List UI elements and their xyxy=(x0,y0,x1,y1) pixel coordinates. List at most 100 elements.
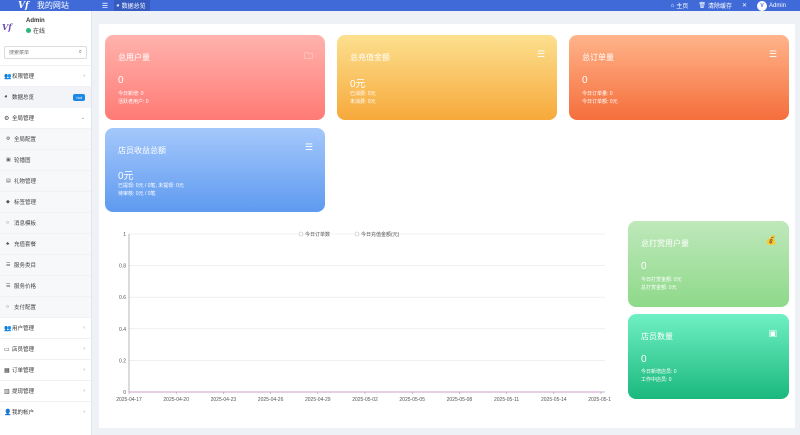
x-tick-label: 2025-04-20 xyxy=(163,397,189,403)
card-line: 今日打赏金额: 0元 xyxy=(641,277,682,283)
card-title: 总充值金额 xyxy=(350,53,390,62)
sidebar-item-label: 消息模板 xyxy=(14,221,37,227)
list-icon: ☰ xyxy=(6,262,11,268)
sidebar-item-orders[interactable]: ▦ 订单管理 ‹ xyxy=(0,359,91,380)
sidebar-subitem-global-config[interactable]: ⚙ 全局配置 xyxy=(0,128,91,149)
sidebar-subitem-tags[interactable]: ◆ 标签管理 xyxy=(0,191,91,212)
sidebar-item-label: 全局管理 xyxy=(12,116,35,122)
trash-icon: 🗑 xyxy=(698,3,706,9)
card-total-tippers: 总打赏用户量 💰 0 今日打赏金额: 0元 总打赏金额: 0元 xyxy=(628,221,789,307)
sidebar-item-permissions[interactable]: 👥 权限管理 ‹ xyxy=(0,65,91,86)
database-icon: ☰ xyxy=(768,49,777,59)
sidebar-item-label: 服务类目 xyxy=(14,263,37,269)
clear-cache-button[interactable]: 🗑 清除缓存 xyxy=(698,1,732,10)
sidebar-subitem-banner[interactable]: ▣ 轮播图 xyxy=(0,149,91,170)
trend-chart: 0 0.2 0.4 0.6 0.8 1 2025-04-17 2025-04-20 2025-0… xyxy=(105,228,611,406)
legend-label: 今日订单数 xyxy=(305,231,330,238)
database-icon: ☰ xyxy=(304,142,313,152)
search-icon[interactable]: ⌕ xyxy=(79,49,82,56)
users-icon: 👥 xyxy=(4,73,12,80)
y-tick-label: 0.8 xyxy=(119,264,126,270)
sidebar-item-account[interactable]: 👤 我的帐户 ‹ xyxy=(0,401,91,422)
legend-marker xyxy=(298,231,304,237)
dashboard-icon: ◕ xyxy=(4,94,8,100)
tab-dashboard[interactable]: ◕ 数据总览 xyxy=(114,0,150,11)
sidebar-item-label: 标签管理 xyxy=(14,200,37,206)
sidebar-item-staff[interactable]: ▭ 店员管理 ‹ xyxy=(0,338,91,359)
withdraw-icon: ▥ xyxy=(4,388,10,395)
home-label: 主页 xyxy=(676,4,689,10)
card-value: 0 xyxy=(582,75,588,86)
gift-icon: ▤ xyxy=(6,178,11,184)
card-staff-count: 店员数量 ▣ 0 今日新增店员: 0 工作中店员: 0 xyxy=(628,314,789,399)
status-label: 在线 xyxy=(33,29,46,35)
chevron-left-icon: ‹ xyxy=(83,388,85,394)
clear-cache-label: 清除缓存 xyxy=(707,4,732,10)
sidebar-item-label: 权限管理 xyxy=(12,74,35,80)
users-icon: 👥 xyxy=(4,325,12,332)
card-line: 工作中店员: 0 xyxy=(641,377,672,383)
fullscreen-icon[interactable]: ✕ xyxy=(742,2,747,9)
chart-svg: 0 0.2 0.4 0.6 0.8 1 2025-04-17 2025-04-20 2025-0… xyxy=(116,231,611,403)
card-title: 总用户量 xyxy=(118,53,150,62)
chevron-left-icon: ‹ xyxy=(83,73,85,79)
sidebar-item-label: 店员管理 xyxy=(12,347,35,353)
dashboard-icon: ◕ xyxy=(116,2,120,9)
sidebar-item-label: 充值套餐 xyxy=(14,242,37,248)
header-actions: ⌂ 主页 🗑 清除缓存 ✕ V Admin xyxy=(671,0,800,11)
sidebar-item-users[interactable]: 👥 用户管理 ‹ xyxy=(0,317,91,338)
card-line: 活跃老用户: 0 xyxy=(118,99,149,105)
menu-toggle-icon[interactable]: ☰ xyxy=(96,2,114,10)
sidebar-subitem-service-categories[interactable]: ☰ 服务类目 xyxy=(0,254,91,275)
card-value: 0 xyxy=(118,75,124,86)
online-dot-icon xyxy=(26,28,31,33)
sidebar-subitem-recharge-packages[interactable]: ♣ 充值套餐 xyxy=(0,233,91,254)
user-icon: 👤 xyxy=(4,409,12,416)
legend-marker xyxy=(354,231,360,237)
card-icon: ▭ xyxy=(4,346,10,353)
sidebar-search: ⌕ xyxy=(4,46,87,59)
card-line: 今日新增: 0 xyxy=(118,91,144,97)
card-line: 已消费: 0元 xyxy=(350,91,376,97)
card-title: 总打赏用户量 xyxy=(641,239,689,248)
x-tick-label: 2025-04-17 xyxy=(116,397,142,403)
y-tick-label: 0.4 xyxy=(119,327,126,333)
card-value: 0 xyxy=(641,261,647,272)
card-line: 待审核: 0元 / 0笔 xyxy=(118,191,156,197)
card-line: 今日新增店员: 0 xyxy=(641,369,677,375)
chevron-down-icon: ⌄ xyxy=(80,115,85,121)
card-line: 总打赏金额: 0元 xyxy=(641,285,677,291)
sidebar-item-global[interactable]: ⚙ 全局管理 ⌄ xyxy=(0,107,91,128)
home-link[interactable]: ⌂ 主页 xyxy=(671,1,689,11)
sidebar-subitem-message-templates[interactable]: ○ 消息模板 xyxy=(0,212,91,233)
sidebar-item-label: 支付配置 xyxy=(14,305,37,311)
card-total-users: 总用户量 🗀 0 今日新增: 0 活跃老用户: 0 xyxy=(105,35,325,120)
card-title: 店员数量 xyxy=(641,332,673,341)
gear-icon: ⚙ xyxy=(6,136,11,142)
card-total-orders: 总订单量 ☰ 0 今日订单量: 0 今日订单额: 0元 xyxy=(569,35,789,120)
card-line: 今日订单量: 0 xyxy=(582,91,613,97)
x-tick-label: 2025-05-17 xyxy=(588,397,611,403)
sidebar-item-withdraw[interactable]: ▥ 提现管理 ‹ xyxy=(0,380,91,401)
sidebar-subitem-service-prices[interactable]: ☰ 服务价格 xyxy=(0,275,91,296)
x-tick-label: 2025-04-23 xyxy=(211,397,237,403)
sidebar-item-label: 轮播图 xyxy=(14,158,31,164)
search-input[interactable] xyxy=(9,49,79,56)
image-icon: ▣ xyxy=(6,157,11,163)
user-menu[interactable]: V Admin xyxy=(756,0,786,11)
logo-area[interactable]: Vf 我的网站 xyxy=(0,0,92,11)
sidebar-item-label: 用户管理 xyxy=(12,326,35,332)
sidebar-item-label: 全局配置 xyxy=(14,137,37,143)
card-value: 0元 xyxy=(350,79,366,90)
id-card-icon: ▣ xyxy=(768,328,777,338)
tab-label: 数据总览 xyxy=(121,4,146,10)
sidebar-item-dashboard[interactable]: ◕ 数据总览 hot xyxy=(0,86,91,107)
sidebar-subitem-gifts[interactable]: ▤ 礼物管理 xyxy=(0,170,91,191)
sidebar-item-label: 提现管理 xyxy=(12,389,35,395)
circle-icon: ○ xyxy=(6,304,10,310)
order-icon: ▦ xyxy=(4,367,10,374)
logo-icon: Vf xyxy=(18,0,29,11)
card-line: 今日订单额: 0元 xyxy=(582,99,618,105)
sidebar-subitem-payment-config[interactable]: ○ 支付配置 xyxy=(0,296,91,317)
tag-icon: ◆ xyxy=(6,199,10,205)
